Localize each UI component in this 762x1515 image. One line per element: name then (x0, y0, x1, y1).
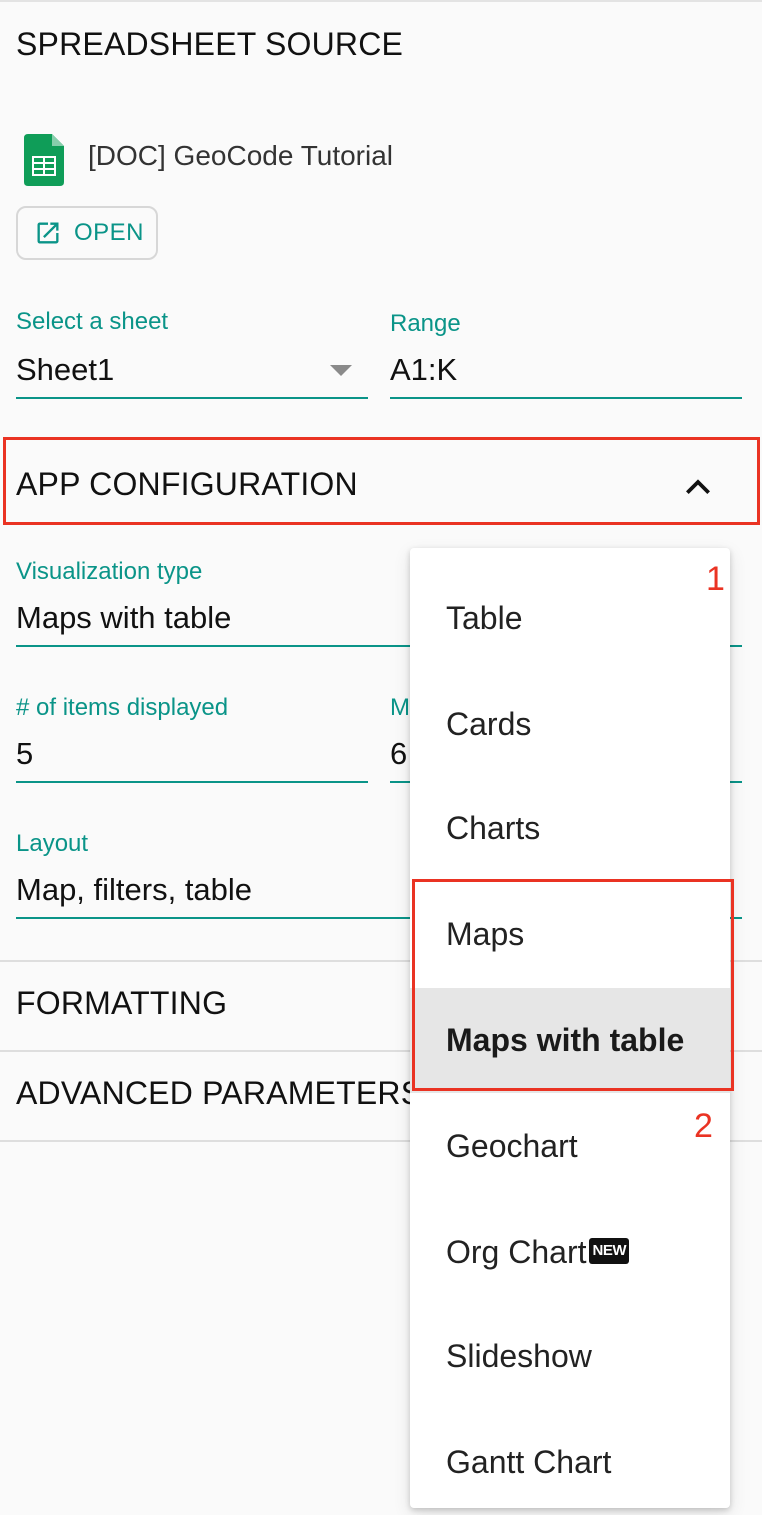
menu-item-geochart[interactable]: Geochart (410, 1094, 730, 1199)
menu-item-label: Geochart (446, 1128, 578, 1164)
new-badge: NEW (589, 1237, 629, 1264)
second-field-label: M (390, 694, 410, 721)
spreadsheet-name[interactable]: [DOC] GeoCode Tutorial (88, 140, 393, 172)
visualization-type-label: Visualization type (16, 558, 203, 585)
range-label: Range (390, 310, 461, 337)
menu-item-label: Table (446, 600, 523, 636)
second-field-input[interactable]: 6 (390, 736, 407, 772)
menu-item-org-chart[interactable]: Org Chart NEW (410, 1200, 730, 1305)
maps-options-highlight (412, 879, 734, 1091)
app-configuration-header[interactable]: APP CONFIGURATION (16, 466, 358, 503)
open-button-label: OPEN (74, 219, 145, 246)
menu-item-label: Org Chart (446, 1234, 587, 1270)
sheet-select-underline (16, 397, 368, 399)
advanced-parameters-header[interactable]: ADVANCED PARAMETERS (16, 1075, 422, 1112)
range-input[interactable]: A1:K (390, 352, 457, 388)
annotation-step-1: 1 (706, 560, 725, 598)
menu-item-label: Charts (446, 810, 541, 846)
items-displayed-underline (16, 781, 368, 783)
items-displayed-input[interactable]: 5 (16, 736, 33, 772)
top-divider (0, 0, 762, 2)
menu-item-label: Gantt Chart (446, 1444, 612, 1480)
open-in-new-icon (37, 222, 59, 244)
menu-item-cards[interactable]: Cards (410, 672, 730, 777)
menu-item-table[interactable]: Table (410, 566, 730, 671)
formatting-header[interactable]: FORMATTING (16, 985, 227, 1022)
annotation-step-2: 2 (694, 1107, 713, 1145)
open-spreadsheet-button[interactable]: OPEN (16, 206, 158, 260)
spreadsheet-source-header: SPREADSHEET SOURCE (16, 26, 404, 62)
chevron-up-icon[interactable] (682, 470, 714, 502)
dropdown-arrow-icon[interactable] (330, 365, 352, 376)
visualization-type-value[interactable]: Maps with table (16, 600, 231, 636)
sheet-select-label: Select a sheet (16, 308, 169, 335)
layout-label: Layout (16, 830, 89, 857)
menu-item-label: Slideshow (446, 1338, 592, 1374)
range-underline (390, 397, 742, 399)
menu-item-label: Cards (446, 706, 532, 742)
menu-item-slideshow[interactable]: Slideshow (410, 1304, 730, 1409)
layout-value[interactable]: Map, filters, table (16, 872, 252, 908)
menu-item-charts[interactable]: Charts (410, 776, 730, 881)
menu-item-gantt-chart[interactable]: Gantt Chart (410, 1410, 730, 1515)
google-sheets-icon (24, 134, 64, 186)
items-displayed-label: # of items displayed (16, 694, 229, 721)
sheet-select-value[interactable]: Sheet1 (16, 352, 114, 388)
